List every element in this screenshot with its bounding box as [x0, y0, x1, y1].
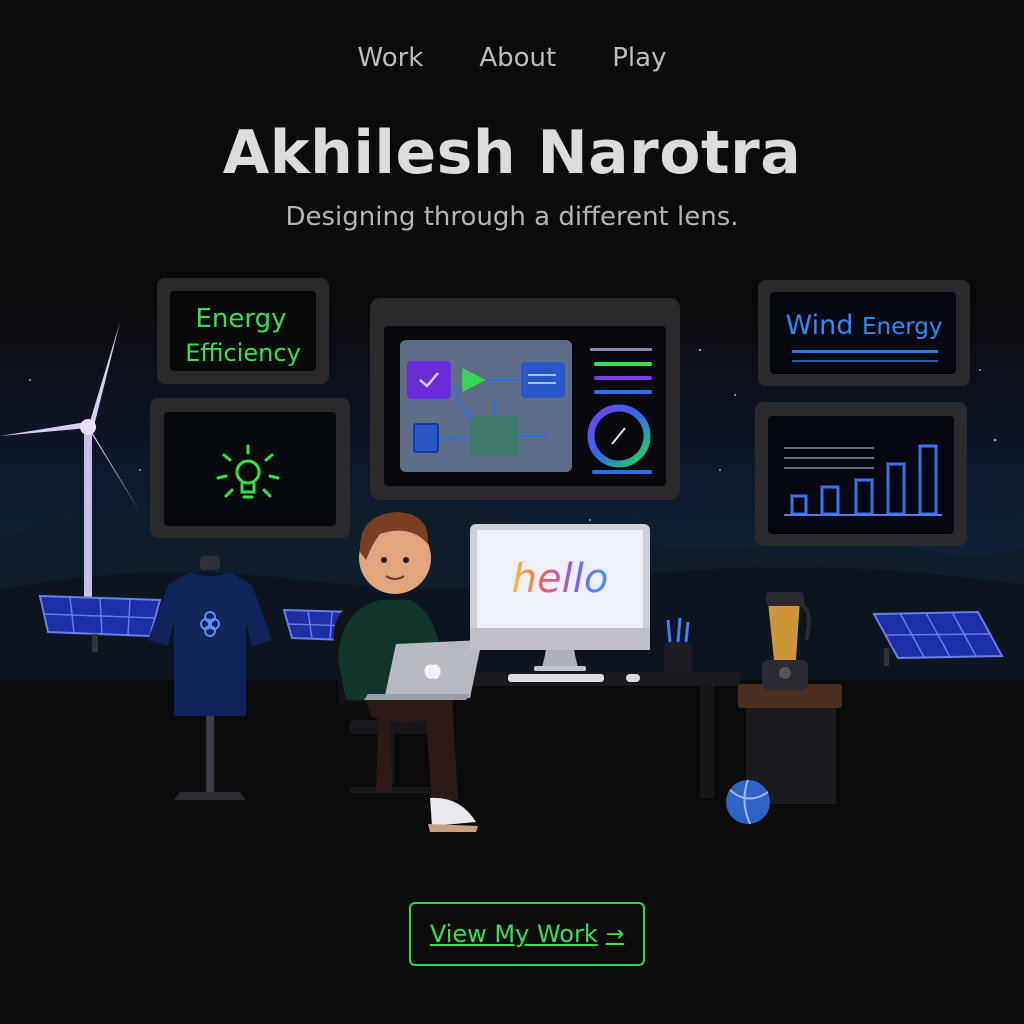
monitor-hello-text: hello — [512, 556, 609, 602]
energy-efficiency-line1: Energy — [195, 304, 286, 334]
energy-efficiency-line2: Efficiency — [185, 339, 301, 367]
ball — [726, 779, 770, 825]
page-subtitle: Designing through a different lens. — [285, 202, 739, 232]
bar-chart-screen — [755, 402, 967, 546]
main-nav: Work About Play — [0, 40, 1024, 80]
view-my-work-button[interactable]: View My Work → — [409, 902, 645, 966]
dashboard-screen — [370, 298, 680, 500]
nav-link-play[interactable]: Play — [612, 40, 666, 80]
arrow-right-icon: → — [605, 921, 625, 947]
hero-illustration: Energy Efficiency Wind Energy hello — [0, 278, 1024, 870]
view-my-work-label: View My Work — [429, 920, 598, 948]
wind-energy-screen: Wind Energy — [758, 280, 970, 386]
energy-efficiency-screen: Energy Efficiency — [157, 278, 329, 384]
desktop-monitor: hello — [470, 524, 650, 671]
lightbulb-screen — [150, 398, 350, 538]
flow-node-check — [407, 361, 451, 399]
apple-logo-icon — [424, 664, 441, 679]
page-title: Akhilesh Narotra — [222, 118, 802, 188]
ground — [0, 680, 1024, 870]
nav-link-about[interactable]: About — [479, 40, 556, 80]
keyboard — [508, 674, 604, 682]
nav-link-work[interactable]: Work — [358, 40, 424, 80]
pen-holder — [664, 617, 692, 674]
wind-energy-title: Wind Energy — [786, 310, 943, 341]
mouse — [626, 674, 640, 682]
